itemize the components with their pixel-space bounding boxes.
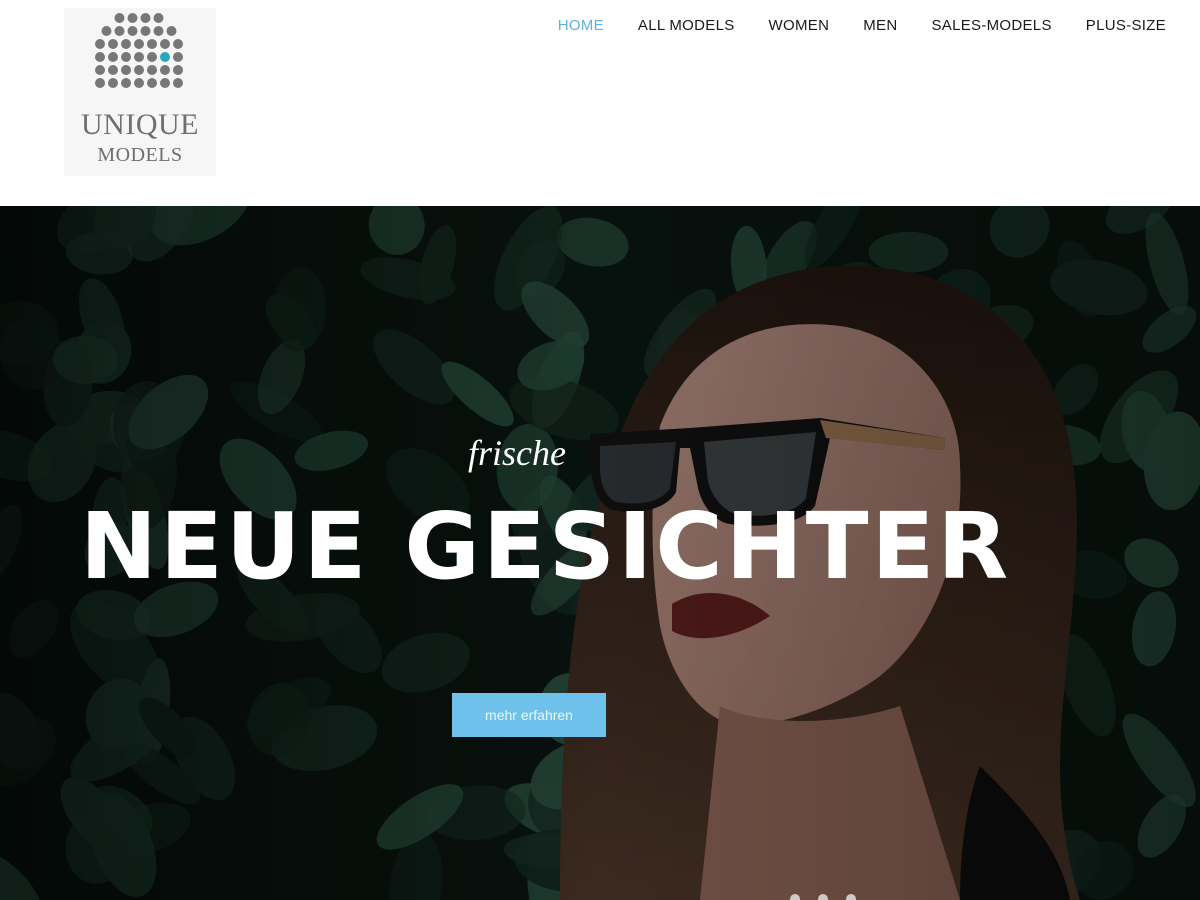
logo-dot <box>114 13 125 23</box>
hero-section: frische NEUE GESICHTER mehr erfahren <box>0 206 1200 900</box>
logo-dot <box>134 65 144 75</box>
hero-title: NEUE GESICHTER <box>80 493 1012 600</box>
slider-dot-3[interactable] <box>846 894 856 900</box>
logo-dot <box>160 39 170 49</box>
logo-dot <box>95 78 105 88</box>
logo-dot <box>140 13 151 23</box>
logo-dot <box>108 52 118 62</box>
logo-dot <box>121 52 131 62</box>
logo-dot <box>147 39 157 49</box>
logo-dot <box>173 39 183 49</box>
logo-dot <box>160 65 170 75</box>
logo-dot <box>121 65 131 75</box>
logo-dot <box>95 52 105 62</box>
logo-text-models: MODELS <box>97 144 183 166</box>
nav-item-women[interactable]: WOMEN <box>769 16 830 36</box>
logo-dot <box>134 52 144 62</box>
nav-item-sales-models[interactable]: SALES-MODELS <box>931 16 1051 36</box>
logo-dot <box>173 65 183 75</box>
logo-dot <box>153 26 164 36</box>
main-nav: HOME ALL MODELS WOMEN MEN SALES-MODELS P… <box>558 16 1166 36</box>
nav-item-home[interactable]: HOME <box>558 16 604 36</box>
logo-dot <box>166 26 177 36</box>
logo-dot <box>121 78 131 88</box>
logo-dot <box>127 13 138 23</box>
logo-dot <box>147 65 157 75</box>
nav-item-men[interactable]: MEN <box>863 16 897 36</box>
logo-dot <box>108 65 118 75</box>
logo-dot <box>127 26 138 36</box>
slider-dot-1[interactable] <box>790 894 800 900</box>
logo-dot <box>160 78 170 88</box>
slider-dot-2[interactable] <box>818 894 828 900</box>
site-header: UNIQUE MODELS HOME ALL MODELS WOMEN MEN … <box>0 0 1200 206</box>
logo-text-unique: UNIQUE <box>81 108 199 141</box>
logo-dot <box>134 39 144 49</box>
logo-dot <box>114 26 125 36</box>
logo-dot <box>140 26 151 36</box>
logo-dot <box>134 78 144 88</box>
nav-item-plus-size[interactable]: PLUS-SIZE <box>1086 16 1166 36</box>
logo-dot <box>121 39 131 49</box>
logo-accent-dot <box>160 52 170 62</box>
hero-kicker-text: frische <box>468 433 566 473</box>
logo-dot <box>108 78 118 88</box>
logo-dot <box>95 39 105 49</box>
logo-dot <box>95 65 105 75</box>
logo-dot <box>173 78 183 88</box>
logo-dot <box>101 26 112 36</box>
logo-dot <box>147 78 157 88</box>
logo-dot <box>153 13 164 23</box>
nav-item-all-models[interactable]: ALL MODELS <box>638 16 735 36</box>
logo-dot <box>147 52 157 62</box>
logo-dot <box>108 39 118 49</box>
logo-dot <box>173 52 183 62</box>
logo-dot-grid-icon <box>95 13 183 88</box>
slider-pagination <box>790 894 856 900</box>
more-info-button[interactable]: mehr erfahren <box>452 693 606 737</box>
